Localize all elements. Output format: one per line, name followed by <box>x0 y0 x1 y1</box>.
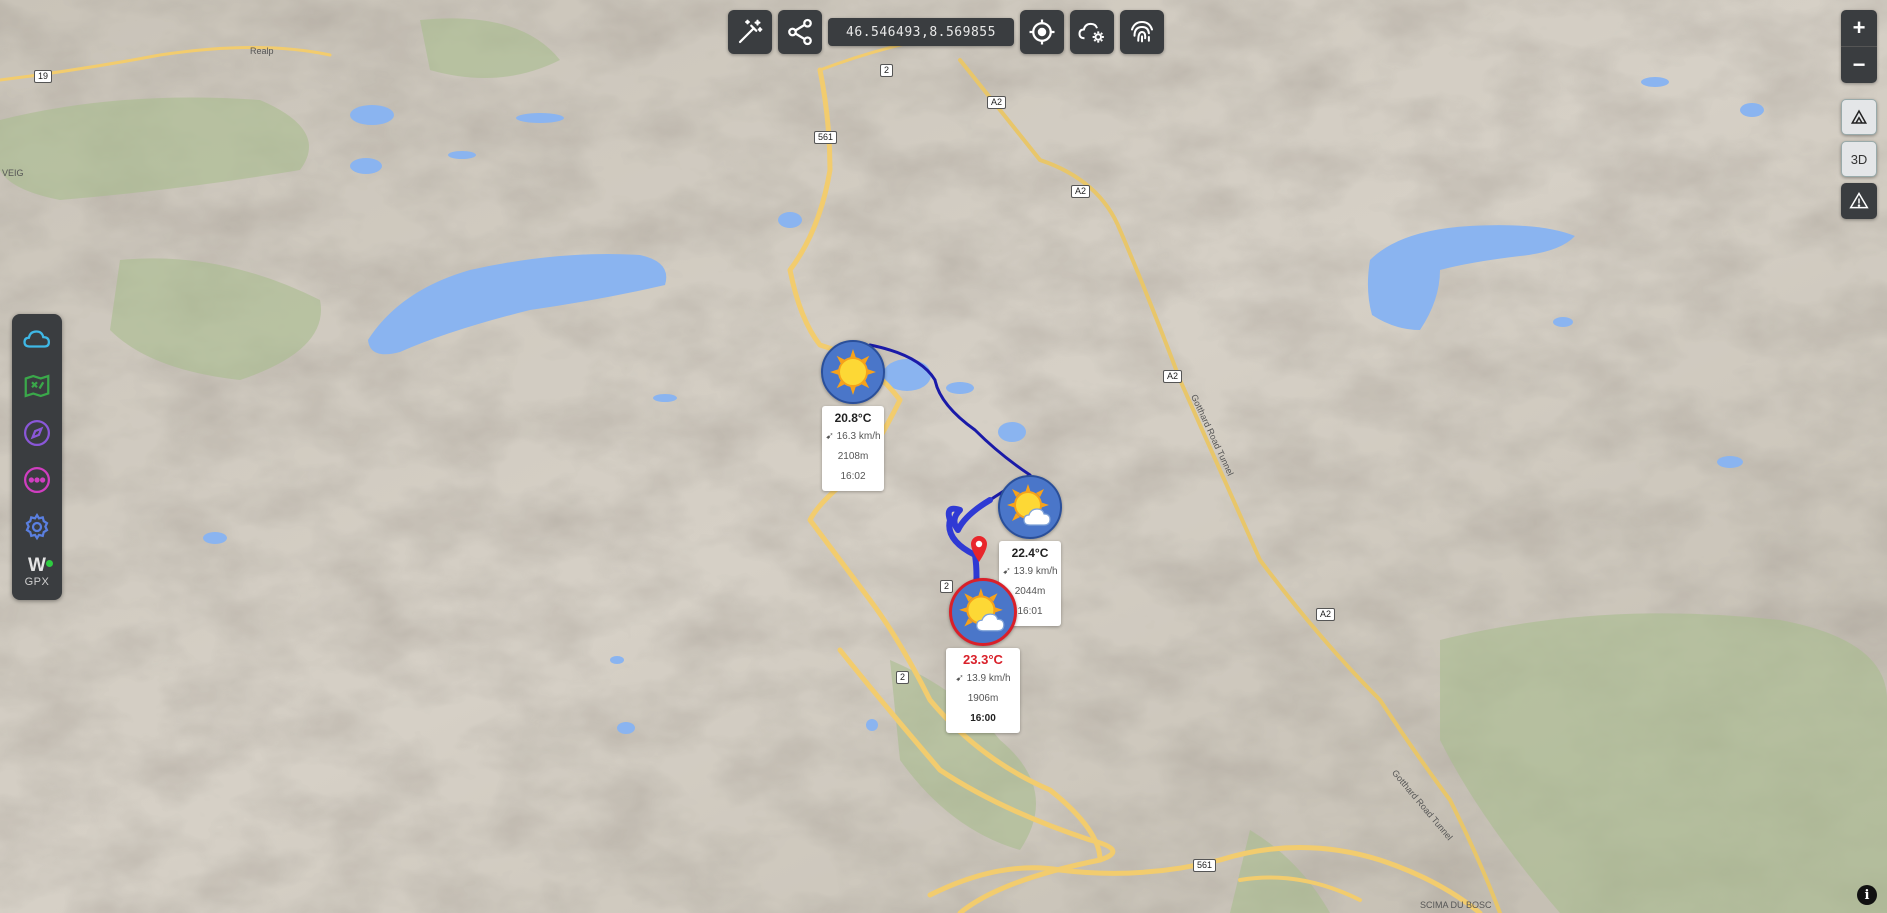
cloud-icon <box>23 330 51 348</box>
weather-icon <box>949 578 1017 646</box>
road-shield: 561 <box>814 131 838 144</box>
weather-card: 20.8°C ➹ 16.3 km/h 2108m 16:02 <box>822 406 884 491</box>
temperature: 23.3°C <box>963 652 1003 667</box>
warning-icon <box>1849 192 1869 209</box>
road-shield: 561 <box>1193 859 1217 872</box>
temperature: 22.4°C <box>1011 546 1049 560</box>
sidebar-item-route[interactable] <box>21 370 53 402</box>
wind-value: 16.3 km/h <box>836 431 881 442</box>
compass-icon <box>24 420 50 446</box>
map-route-icon <box>24 374 50 398</box>
wind-value: 13.9 km/h <box>966 673 1011 684</box>
terrain-map[interactable] <box>0 0 1887 913</box>
view-mode-button[interactable]: 3D <box>1841 141 1877 177</box>
attribution-button[interactable]: i <box>1857 885 1877 905</box>
terrain-button[interactable] <box>1841 99 1877 135</box>
share-icon <box>788 18 812 46</box>
location-pin-icon[interactable] <box>969 535 989 563</box>
sidebar: W GPX <box>12 314 62 600</box>
fingerprint-icon <box>1131 20 1153 43</box>
share-button[interactable] <box>778 10 822 54</box>
fingerprint-button[interactable] <box>1120 10 1164 54</box>
wind-arrow-icon: ➹ <box>955 673 964 684</box>
gpx-button[interactable]: W GPX <box>12 556 62 588</box>
road-shield: 2 <box>880 64 894 77</box>
zoom-out-button[interactable]: − <box>1841 46 1877 83</box>
time: 16:02 <box>840 471 866 482</box>
top-toolbar: 46.546493,8.569855 <box>728 10 1164 54</box>
sidebar-item-explore[interactable] <box>21 417 53 449</box>
mountain-icon <box>1850 109 1868 124</box>
locate-icon <box>1029 19 1055 45</box>
sun-cloud-icon <box>1007 484 1051 526</box>
road-shield: 2 <box>896 671 910 684</box>
wind-speed: ➹ 16.3 km/h <box>822 427 884 447</box>
weather-marker[interactable]: 20.8°C ➹ 16.3 km/h 2108m 16:02 <box>821 340 885 491</box>
place-label: Realp <box>250 46 274 56</box>
place-label: SCIMA DU BOSC <box>1420 900 1492 910</box>
time: 16:00 <box>970 713 996 724</box>
gpx-logo: W <box>28 555 46 576</box>
weather-icon <box>821 340 885 404</box>
road-shield: A2 <box>1163 370 1183 383</box>
gear-icon <box>25 512 49 541</box>
weather-card: 23.3°C ➹ 13.9 km/h 1906m 16:00 <box>946 648 1020 733</box>
zoom-control: + − <box>1841 10 1877 83</box>
more-icon <box>24 467 50 493</box>
place-label: VEIG <box>2 168 24 178</box>
wind-arrow-icon: ➹ <box>1002 566 1011 577</box>
road-shield: 19 <box>34 70 53 83</box>
wind-arrow-icon: ➹ <box>825 431 834 442</box>
road-shield: A2 <box>987 96 1007 109</box>
coordinates-display[interactable]: 46.546493,8.569855 <box>828 18 1014 46</box>
wind-value: 13.9 km/h <box>1013 566 1058 577</box>
status-dot <box>46 560 53 567</box>
wind-speed: ➹ 13.9 km/h <box>946 669 1020 689</box>
sidebar-item-weather[interactable] <box>21 323 53 355</box>
sidebar-item-settings[interactable] <box>21 511 53 543</box>
elevation: 1906m <box>967 693 999 704</box>
cloud-settings-button[interactable] <box>1070 10 1114 54</box>
weather-icon <box>998 475 1062 539</box>
sun-cloud-icon <box>959 588 1005 632</box>
sidebar-item-more[interactable] <box>21 464 53 496</box>
sun-icon <box>830 349 876 395</box>
road-shield: A2 <box>1071 185 1091 198</box>
cloud-settings-icon <box>1078 22 1104 43</box>
magic-wand-button[interactable] <box>728 10 772 54</box>
road-shield: A2 <box>1316 608 1336 621</box>
gpx-label: GPX <box>24 576 50 588</box>
weather-marker-active[interactable]: 23.3°C ➹ 13.9 km/h 1906m 16:00 <box>946 578 1020 733</box>
temperature: 20.8°C <box>834 411 872 425</box>
elevation: 2108m <box>837 451 869 462</box>
magic-wand-icon <box>738 19 763 44</box>
zoom-in-button[interactable]: + <box>1841 10 1877 46</box>
warning-button[interactable] <box>1841 183 1877 219</box>
locate-button[interactable] <box>1020 10 1064 54</box>
map-controls: + − 3D <box>1841 10 1877 219</box>
